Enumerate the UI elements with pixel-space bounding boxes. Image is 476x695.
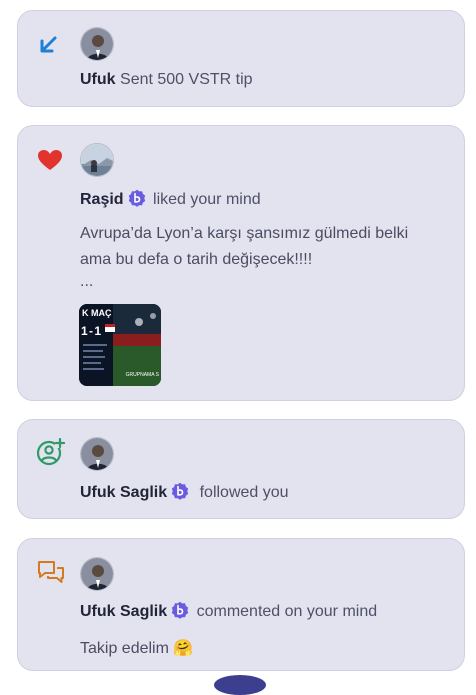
follow-user-icon: [36, 437, 66, 471]
notification-line: Ufuk Saglik followed you: [80, 482, 448, 503]
mind-text-ellipsis: ...: [80, 273, 94, 290]
verified-badge-icon: [171, 482, 189, 500]
notification-line: Raşid liked your mind: [80, 189, 448, 210]
comment-icon: [37, 559, 65, 590]
avatar[interactable]: [80, 27, 114, 61]
notification-line: Ufuk Saglik commented on your mind: [80, 601, 448, 622]
media-score: 1 - 1: [81, 324, 101, 338]
user-name[interactable]: Ufuk Saglik: [80, 603, 167, 620]
tip-arrow-icon: [37, 34, 59, 61]
notification-card-tip[interactable]: Ufuk Sent 500 VSTR tip: [17, 10, 465, 107]
avatar[interactable]: [80, 143, 114, 177]
heart-icon: [37, 149, 63, 176]
avatar[interactable]: [80, 437, 114, 471]
action-text: commented on your mind: [196, 603, 378, 620]
action-text: Sent 500 VSTR tip: [120, 71, 253, 88]
verified-badge-icon: [171, 601, 189, 619]
user-name[interactable]: Raşid: [80, 191, 124, 208]
action-text: followed you: [199, 484, 289, 501]
avatar[interactable]: [80, 557, 114, 591]
floating-action-button[interactable]: [214, 675, 266, 695]
user-name[interactable]: Ufuk Saglik: [80, 484, 167, 501]
media-footer: GRUPNAMA S: [125, 372, 159, 378]
notification-card-comment[interactable]: Ufuk Saglik commented on your mind Takip…: [17, 538, 465, 671]
mind-image-thumbnail[interactable]: K MAÇ 1 - 1 GRUPNAMA S: [79, 304, 161, 386]
action-text: liked your mind: [153, 191, 261, 208]
mind-preview-text[interactable]: Avrupa’da Lyon’a karşı şansımız gülmedi …: [80, 221, 446, 291]
notification-card-like[interactable]: Raşid liked your mind Avrupa’da Lyon’a k…: [17, 125, 465, 401]
notification-line: Ufuk Sent 500 VSTR tip: [80, 70, 448, 90]
comment-text[interactable]: Takip edelim 🤗: [80, 636, 446, 662]
mind-text-line: ama bu defa o tarih değişecek!!!!: [80, 251, 313, 268]
user-name[interactable]: Ufuk: [80, 71, 116, 88]
verified-badge-icon: [128, 189, 146, 207]
mind-text-line: Avrupa’da Lyon’a karşı şansımız gülmedi …: [80, 225, 409, 242]
notification-card-follow[interactable]: Ufuk Saglik followed you: [17, 419, 465, 519]
media-title: K MAÇ: [82, 308, 112, 318]
